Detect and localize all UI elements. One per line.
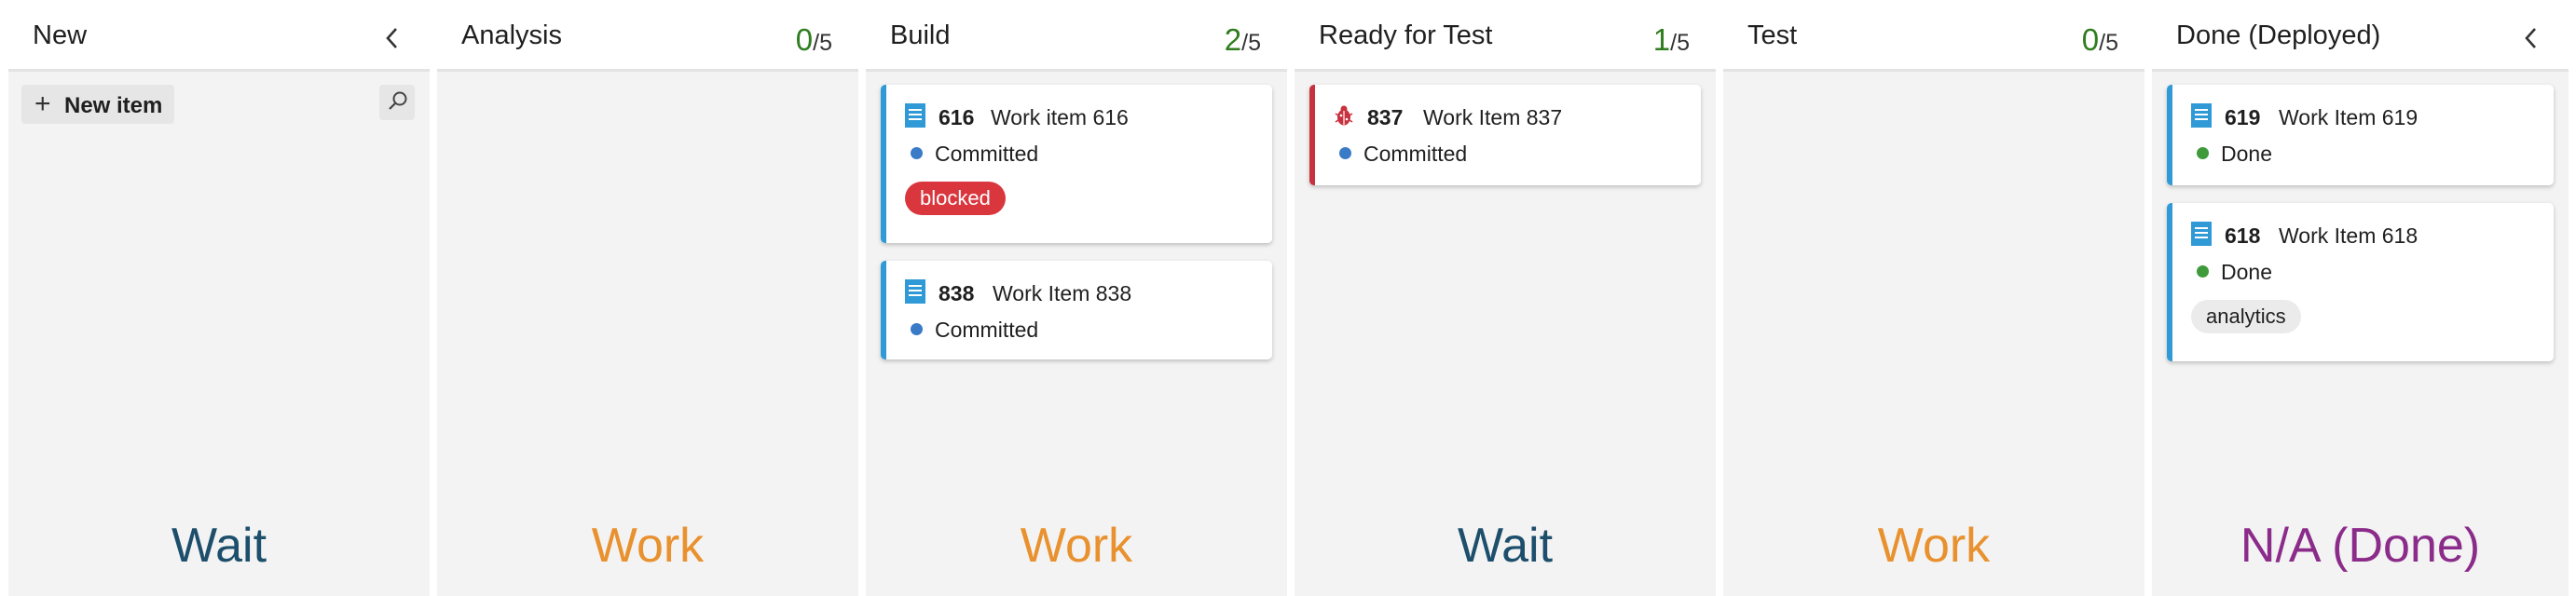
plus-icon: + [34, 88, 51, 119]
work-item-title[interactable]: Work Item 618 [2279, 224, 2418, 249]
column-header: Done (Deployed) [2152, 0, 2569, 72]
column-body: 616 Work item 616 Committed blocked 838 … [866, 72, 1287, 596]
work-item-title[interactable]: Work Item 837 [1423, 105, 1562, 130]
work-item-state: Done [2221, 260, 2272, 284]
column-build: Build 2/5 616 Work item 616 Committed bl… [866, 0, 1287, 596]
wip-limit: /5 [813, 30, 832, 56]
wip-limit: /5 [1241, 30, 1261, 56]
new-item-label: New item [64, 93, 163, 118]
new-item-button[interactable]: + New item [21, 85, 174, 124]
column-test: Test 0/5 Work [1723, 0, 2144, 596]
column-title: Ready for Test [1319, 20, 1493, 50]
column-title: Test [1747, 20, 1798, 50]
work-item-id[interactable]: 616 [939, 105, 974, 130]
work-item-title[interactable]: Work Item 838 [993, 281, 1131, 306]
column-title: Analysis [461, 20, 562, 50]
work-item-state: Done [2221, 142, 2272, 166]
wip-count: 1/5 [1653, 22, 1690, 58]
wip-count: 0/5 [796, 22, 832, 58]
tag-analytics[interactable]: analytics [2191, 300, 2301, 333]
state-dot [2197, 147, 2209, 159]
tag-blocked[interactable]: blocked [905, 182, 1006, 215]
column-footer-label: Work [591, 519, 705, 573]
wip-current: 0 [2081, 22, 2100, 57]
work-item-id[interactable]: 838 [939, 281, 974, 306]
wip-limit: /5 [2099, 30, 2118, 56]
wip-count: 2/5 [1225, 22, 1261, 58]
wip-current: 0 [795, 22, 814, 57]
task-icon [905, 279, 925, 304]
column-body: + New item Wait [8, 72, 430, 596]
column-body: 837 Work Item 837 Committed Wait [1295, 72, 1716, 596]
search-button[interactable] [379, 85, 415, 120]
column-ready-for-test: Ready for Test 1/5 837 Work Item 837 Com… [1295, 0, 1716, 596]
chevron-left-icon[interactable] [381, 24, 404, 52]
column-new: New + New item Wait [8, 0, 430, 596]
state-dot [911, 323, 923, 335]
column-title: Done (Deployed) [2176, 20, 2381, 50]
bug-icon [1334, 103, 1354, 128]
column-header: Analysis 0/5 [437, 0, 858, 72]
search-icon [389, 91, 407, 110]
work-item-id[interactable]: 837 [1367, 105, 1403, 130]
work-item-id[interactable]: 618 [2225, 224, 2260, 249]
column-body: Work [1723, 72, 2144, 596]
work-item-card[interactable]: 837 Work Item 837 Committed [1309, 85, 1701, 185]
column-footer-label: Work [1877, 519, 1991, 573]
kanban-board: New + New item Wait Analysis 0/5 Work Bu… [0, 0, 2576, 596]
work-item-card[interactable]: 616 Work item 616 Committed blocked [881, 85, 1272, 243]
work-item-state: Committed [935, 318, 1039, 342]
work-item-title[interactable]: Work Item 619 [2279, 105, 2418, 130]
wip-count: 0/5 [2082, 22, 2118, 58]
column-title: New [33, 20, 88, 50]
work-item-card[interactable]: 618 Work Item 618 Done analytics [2167, 203, 2554, 361]
task-icon [905, 103, 925, 128]
wip-current: 1 [1652, 22, 1671, 57]
column-title: Build [890, 20, 951, 50]
work-item-title[interactable]: Work item 616 [991, 105, 1129, 130]
column-done-deployed: Done (Deployed) 619 Work Item 619 Done 6… [2152, 0, 2569, 596]
work-item-card[interactable]: 838 Work Item 838 Committed [881, 261, 1272, 359]
work-item-id[interactable]: 619 [2225, 105, 2260, 130]
column-analysis: Analysis 0/5 Work [437, 0, 858, 596]
column-footer-label: Work [1020, 519, 1133, 573]
state-dot [911, 147, 923, 159]
column-footer-label: Wait [171, 519, 267, 573]
column-body: Work [437, 72, 858, 596]
work-item-card[interactable]: 619 Work Item 619 Done [2167, 85, 2554, 185]
work-item-state: Committed [1363, 142, 1468, 166]
column-body: 619 Work Item 619 Done 618 Work Item 618… [2152, 72, 2569, 596]
task-icon [2191, 222, 2212, 246]
wip-limit: /5 [1670, 30, 1690, 56]
work-item-state: Committed [935, 142, 1039, 166]
column-header: New [8, 0, 430, 72]
state-dot [2197, 265, 2209, 278]
task-icon [2191, 103, 2212, 128]
column-header: Build 2/5 [866, 0, 1287, 72]
column-header: Test 0/5 [1723, 0, 2144, 72]
column-footer-label: Wait [1457, 519, 1554, 573]
column-footer-label: N/A (Done) [2240, 519, 2481, 573]
chevron-left-icon[interactable] [2520, 24, 2542, 52]
wip-current: 2 [1224, 22, 1242, 57]
column-header: Ready for Test 1/5 [1295, 0, 1716, 72]
state-dot [1339, 147, 1351, 159]
